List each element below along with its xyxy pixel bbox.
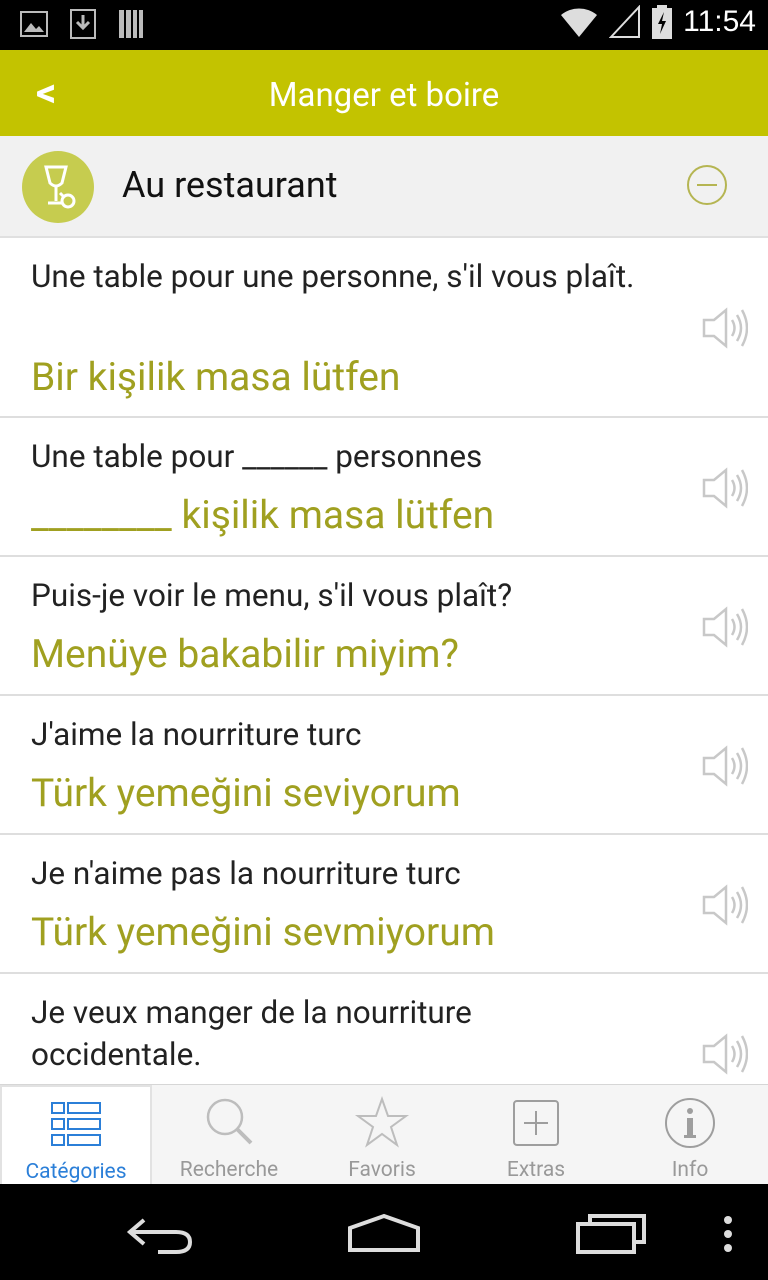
home-nav-icon[interactable] — [346, 1202, 422, 1262]
bottom-tab-bar: Catégories Recherche Favoris Extras Info — [0, 1084, 768, 1185]
speaker-icon[interactable] — [700, 605, 748, 649]
phrase-row[interactable]: J'aime la nourriture turc Türk yemeğini … — [0, 696, 768, 835]
turkish-phrase: Menüye bakabilir miyim? — [31, 631, 459, 677]
tab-categories[interactable]: Catégories — [0, 1085, 152, 1185]
tab-label: Catégories — [25, 1160, 127, 1184]
page-title: Manger et boire — [268, 76, 500, 115]
french-phrase: Une table pour une personne, s'il vous p… — [31, 258, 635, 295]
tab-extras[interactable]: Extras — [460, 1085, 612, 1185]
library-notification-icon — [119, 10, 143, 38]
speaker-icon[interactable] — [700, 466, 748, 510]
signal-icon — [609, 5, 641, 38]
phrase-row[interactable]: Je n'aime pas la nourriture turc Türk ye… — [0, 835, 768, 974]
phrase-row[interactable]: Je veux manger de la nourriture occident… — [0, 974, 768, 1084]
french-phrase: J'aime la nourriture turc — [31, 716, 362, 753]
title-bar: < Manger et boire — [0, 50, 768, 136]
section-title: Au restaurant — [122, 164, 338, 206]
tab-label: Info — [671, 1158, 709, 1182]
turkish-phrase: Türk yemeğini seviyorum — [31, 770, 461, 816]
plus-box-icon — [513, 1100, 559, 1146]
back-nav-icon[interactable] — [124, 1202, 196, 1262]
section-header[interactable]: Au restaurant — [0, 136, 768, 238]
tab-info[interactable]: Info — [614, 1085, 766, 1185]
download-notification-icon — [70, 9, 96, 39]
tab-favorites[interactable]: Favoris — [306, 1085, 458, 1185]
status-bar: 11:54 — [0, 0, 768, 50]
info-icon — [665, 1098, 715, 1148]
recents-nav-icon[interactable] — [574, 1202, 650, 1262]
phrase-list[interactable]: Une table pour une personne, s'il vous p… — [0, 238, 768, 1084]
turkish-phrase: Bir kişilik masa lütfen — [31, 354, 401, 400]
categories-icon — [51, 1102, 101, 1146]
speaker-icon[interactable] — [700, 883, 748, 927]
french-phrase: Je veux manger de la nourriture occident… — [31, 994, 472, 1073]
system-nav-bar — [0, 1184, 768, 1280]
wifi-icon — [561, 8, 598, 37]
restaurant-glass-icon — [22, 151, 94, 223]
clock: 11:54 — [683, 5, 756, 38]
star-icon — [354, 1095, 410, 1148]
speaker-icon[interactable] — [700, 1032, 748, 1076]
french-phrase: Une table pour ______ personnes — [31, 438, 483, 475]
battery-icon — [652, 5, 673, 39]
overflow-menu-icon[interactable] — [720, 1202, 736, 1262]
speaker-icon[interactable] — [700, 306, 748, 350]
gallery-notification-icon — [20, 11, 48, 37]
french-phrase: Je n'aime pas la nourriture turc — [31, 855, 461, 892]
turkish-phrase: ________ kişilik masa lütfen — [31, 492, 495, 538]
phrase-row[interactable]: Une table pour une personne, s'il vous p… — [0, 238, 768, 418]
search-icon — [206, 1098, 253, 1145]
speaker-icon[interactable] — [700, 744, 748, 788]
tab-label: Extras — [506, 1158, 566, 1182]
phrase-row[interactable]: Une table pour ______ personnes ________… — [0, 418, 768, 557]
phrase-row[interactable]: Puis-je voir le menu, s'il vous plaît? M… — [0, 557, 768, 696]
tab-label: Recherche — [179, 1158, 279, 1182]
turkish-phrase: Türk yemeğini sevmiyorum — [31, 909, 495, 955]
tab-label: Favoris — [348, 1158, 416, 1182]
tab-search[interactable]: Recherche — [153, 1085, 305, 1185]
french-phrase: Puis-je voir le menu, s'il vous plaît? — [31, 577, 513, 614]
collapse-icon[interactable] — [686, 164, 728, 206]
